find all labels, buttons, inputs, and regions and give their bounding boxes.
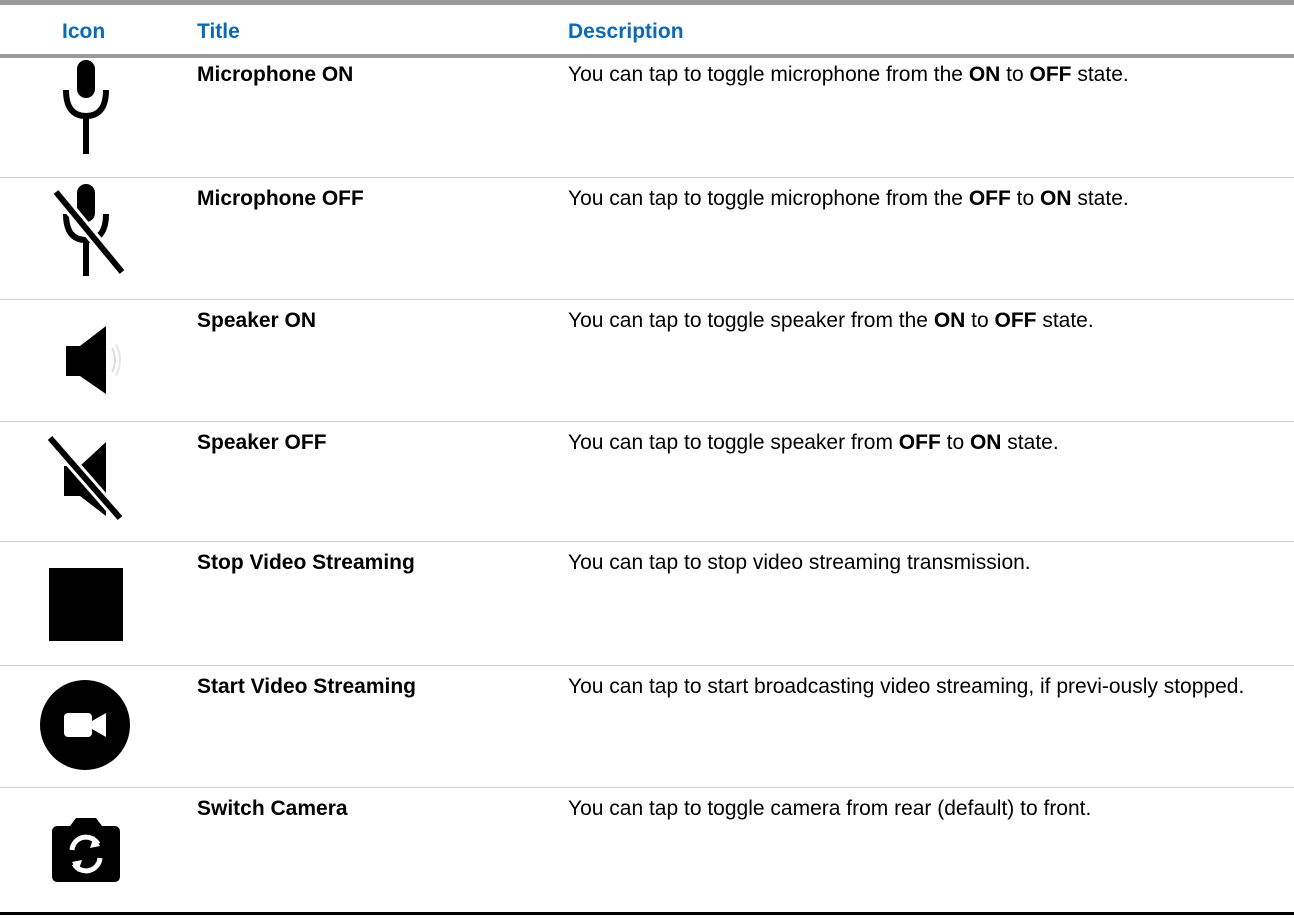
table-bottom-rule — [0, 912, 1294, 915]
speaker-off-icon — [30, 422, 140, 530]
row-description: You can tap to toggle microphone from th… — [568, 63, 1129, 86]
row-description: You can tap to stop video streaming tran… — [568, 551, 1031, 574]
row-description: You can tap to toggle camera from rear (… — [568, 797, 1092, 820]
row-title: Microphone ON — [197, 63, 354, 86]
header-description: Description — [568, 20, 684, 43]
microphone-off-icon — [30, 178, 140, 286]
icon-reference-table: Icon Title Description Microphone ON You… — [0, 0, 1294, 916]
table-row: Start Video Streaming You can tap to sta… — [0, 666, 1294, 788]
table-row: Switch Camera You can tap to toggle came… — [0, 788, 1294, 912]
row-title: Stop Video Streaming — [197, 551, 415, 574]
video-camera-circle-icon — [30, 666, 140, 774]
table-row: Speaker ON You can tap to toggle speaker… — [0, 300, 1294, 422]
microphone-on-icon — [30, 54, 140, 162]
row-description: You can tap to toggle speaker from the O… — [568, 309, 1094, 332]
row-title: Speaker ON — [197, 309, 317, 332]
page: Icon Title Description Microphone ON You… — [0, 0, 1294, 918]
row-title: Switch Camera — [197, 797, 348, 820]
table-header: Icon Title Description — [0, 5, 1294, 58]
row-title: Start Video Streaming — [197, 675, 417, 698]
row-description: You can tap to toggle speaker from OFF t… — [568, 431, 1059, 454]
stop-square-icon — [30, 542, 140, 650]
table-row: Microphone OFF You can tap to toggle mic… — [0, 178, 1294, 300]
row-description: You can tap to start broadcasting video … — [568, 675, 1245, 698]
table-row: Stop Video Streaming You can tap to stop… — [0, 542, 1294, 666]
speaker-on-icon — [30, 300, 140, 408]
header-title: Title — [197, 20, 240, 43]
header-icon: Icon — [62, 20, 106, 43]
table-row: Microphone ON You can tap to toggle micr… — [0, 54, 1294, 178]
row-description: You can tap to toggle microphone from th… — [568, 187, 1129, 210]
row-title: Speaker OFF — [197, 431, 327, 454]
row-title: Microphone OFF — [197, 187, 364, 210]
switch-camera-icon — [30, 788, 140, 896]
table-row: Speaker OFF You can tap to toggle speake… — [0, 422, 1294, 542]
